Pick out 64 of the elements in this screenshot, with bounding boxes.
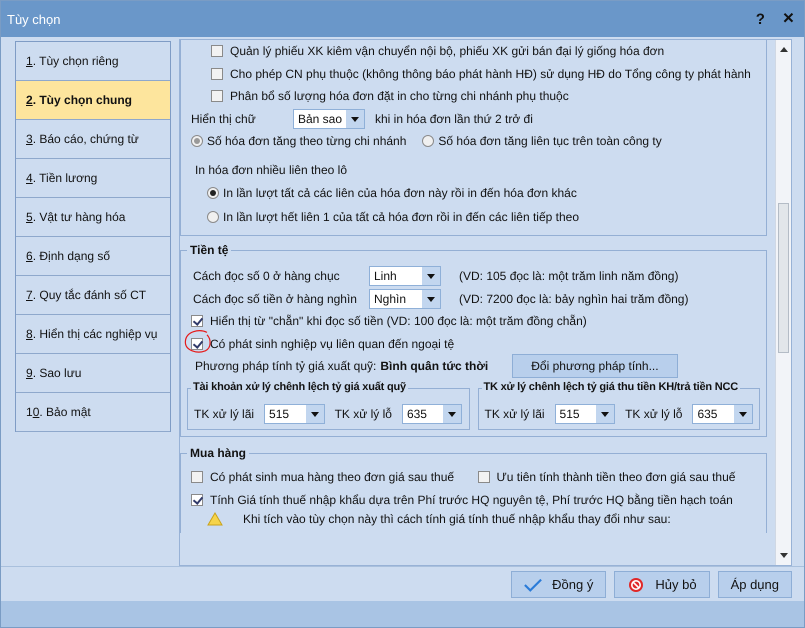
- apply-button[interactable]: Áp dụng: [718, 571, 792, 598]
- dropdown[interactable]: 635: [402, 404, 462, 424]
- checkbox[interactable]: [191, 471, 203, 484]
- checkbox[interactable]: [191, 494, 203, 506]
- group-title: Tiền tệ: [187, 243, 232, 257]
- field-label: Phương pháp tính tỷ giá xuất quỹ:: [195, 359, 376, 374]
- field-label: Cách đọc số tiền ở hàng nghìn: [192, 292, 358, 306]
- dropdown[interactable]: Bản sao: [293, 108, 365, 129]
- checkbox-label: Phân bổ số lượng hóa đơn đặt in cho từng chi nhánh phụ thuộc: [230, 89, 569, 104]
- field-value: Bình quân tức thời: [380, 359, 488, 374]
- field-hint: khi in hóa đơn lần thứ 2 trở đi: [375, 112, 533, 126]
- checkbox[interactable]: [191, 315, 203, 328]
- checkbox[interactable]: [478, 471, 490, 484]
- dropdown[interactable]: 635: [692, 404, 753, 424]
- checkbox-label: Tính Giá tính thuế nhập khẩu dựa trên Phí trước HQ nguyên tệ, Phí trước HQ bằng tiền hạch toán: [210, 492, 733, 507]
- radio-label: Số hóa đơn tăng theo từng chi nhánh: [207, 134, 406, 148]
- radio-button[interactable]: [422, 135, 434, 148]
- field-label: TK xử lý lãi: [194, 406, 254, 421]
- radio-label: Số hóa đơn tăng liên tục trên toàn công ty: [438, 134, 662, 148]
- radio-button[interactable]: [207, 211, 219, 223]
- checkbox-label: Quản lý phiếu XK kiêm vận chuyển nội bộ, phiếu XK gửi bán đại lý giống hóa đơn: [230, 44, 664, 58]
- group-title: Tài khoản xử lý chênh lệch tỷ giá xuất quỹ: [191, 380, 408, 392]
- ok-button[interactable]: Đồng ý: [511, 571, 606, 598]
- section-label: In hóa đơn nhiều liên theo lô: [195, 162, 347, 177]
- radio-label: In lần lượt hết liên 1 của tất cả hóa đơn rồi in đến các liên tiếp theo: [223, 210, 579, 224]
- field-hint: (VD: 7200 đọc là: bảy nghìn hai trăm đồng): [459, 292, 688, 306]
- scroll-thumb[interactable]: [778, 203, 789, 353]
- checkbox-label: Ưu tiên tính thành tiền theo đơn giá sau thuế: [496, 470, 736, 484]
- scroll-up-icon[interactable]: [780, 47, 788, 52]
- dropdown[interactable]: Nghìn: [369, 288, 441, 309]
- radio-button[interactable]: [191, 135, 203, 148]
- checkbox-label: Cho phép CN phụ thuộc (không thông báo phát hành HĐ) sử dụng HĐ do Tổng công ty phát hành: [230, 66, 751, 81]
- checkbox-label: Có phát sinh nghiệp vụ liên quan đến ngoại tệ: [210, 336, 454, 351]
- field-label: TK xử lý lỗ: [625, 406, 682, 421]
- checkbox[interactable]: [191, 338, 203, 350]
- radio-button[interactable]: [207, 187, 219, 199]
- warning-text: Khi tích vào tùy chọn này thì cách tính giá tính thuế nhập khẩu thay đổi như sau:: [243, 512, 671, 526]
- field-label: TK xử lý lỗ: [334, 406, 392, 421]
- field-label: TK xử lý lãi: [484, 406, 545, 421]
- radio-label: In lần lượt tất cả các liên của hóa đơn này rồi in đến hóa đơn khác: [223, 186, 577, 200]
- field-label: Cách đọc số 0 ở hàng chục: [192, 269, 341, 284]
- checkbox[interactable]: [211, 90, 223, 102]
- checkbox-label: Có phát sinh mua hàng theo đơn giá sau thuế: [210, 470, 456, 484]
- scroll-down-icon[interactable]: [780, 553, 788, 558]
- dropdown[interactable]: Linh: [369, 266, 441, 286]
- dropdown[interactable]: 515: [554, 404, 616, 424]
- checkbox[interactable]: [211, 45, 223, 58]
- group-title: TK xử lý chênh lệch tỷ giá thu tiền KH/trả tiền NCC: [482, 380, 740, 392]
- group-title: Mua hàng: [187, 446, 249, 460]
- dropdown[interactable]: 515: [264, 404, 325, 424]
- checkbox[interactable]: [211, 68, 223, 80]
- checkmark-icon: [524, 576, 542, 592]
- prohibited-icon: [627, 576, 646, 592]
- close-button[interactable]: ×: [778, 8, 798, 30]
- window-title: Tùy chọn: [7, 12, 60, 26]
- sidebar-item[interactable]: 2. Tùy chọn chung: [16, 81, 170, 120]
- field-label: Hiển thị chữ: [191, 112, 257, 126]
- cancel-button[interactable]: Hủy bỏ: [614, 571, 710, 598]
- checkbox-label: Hiển thị từ "chẵn" khi đọc số tiền (VD: 100 đọc là: một trăm đồng chẵn): [210, 314, 587, 328]
- scrollbar[interactable]: [775, 40, 791, 565]
- warning-icon: [207, 512, 223, 526]
- field-hint: (VD: 105 đọc là: một trăm linh năm đồng): [459, 269, 678, 284]
- change-method-button[interactable]: Đổi phương pháp tính...: [512, 354, 678, 378]
- help-button[interactable]: ?: [752, 10, 769, 28]
